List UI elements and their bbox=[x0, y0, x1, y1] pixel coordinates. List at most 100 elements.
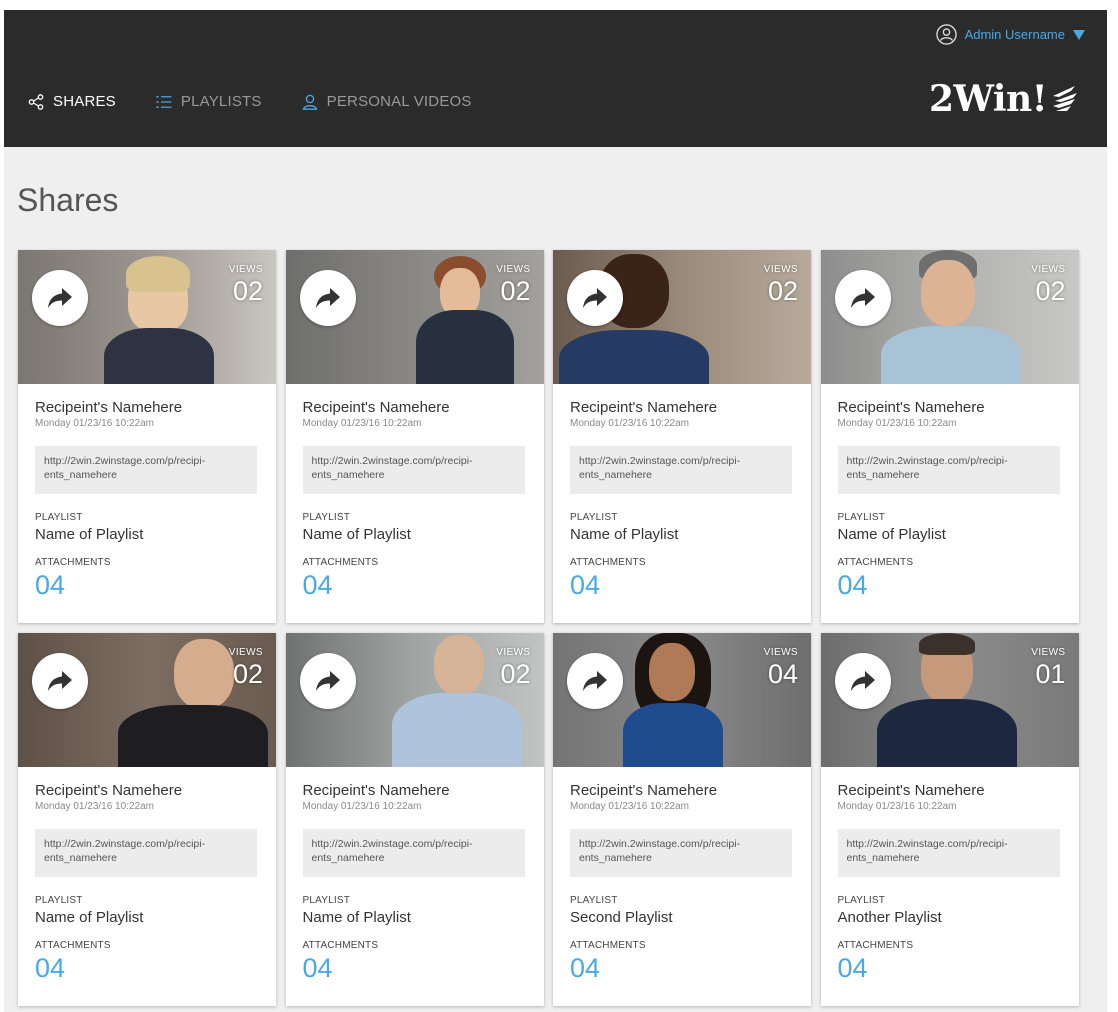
top-bar: Admin Username SHARES PLAYLISTS PERSONAL… bbox=[4, 10, 1107, 147]
playlist-label: PLAYLIST bbox=[837, 512, 886, 523]
share-link[interactable]: http://2win.2winstage.com/p/recipi- ents… bbox=[570, 829, 792, 877]
share-link-line2: ents_namehere bbox=[579, 469, 652, 481]
share-link[interactable]: http://2win.2winstage.com/p/recipi- ents… bbox=[837, 829, 1060, 877]
video-thumbnail[interactable]: VIEWS 04 bbox=[553, 633, 811, 767]
playlist-label: PLAYLIST bbox=[35, 512, 83, 523]
share-button[interactable] bbox=[834, 270, 891, 326]
chevron-down-icon[interactable] bbox=[1073, 29, 1085, 40]
share-date: Monday 01/23/16 10:22am bbox=[837, 418, 957, 429]
main-nav: SHARES PLAYLISTS PERSONAL VIDEOS bbox=[28, 93, 512, 110]
share-card[interactable]: VIEWS 04 Recipeint's Namehere Monday 01/… bbox=[553, 633, 811, 1006]
nav-personal-videos[interactable]: PERSONAL VIDEOS bbox=[302, 93, 472, 110]
share-link[interactable]: http://2win.2winstage.com/p/recipi- ents… bbox=[35, 446, 257, 494]
video-thumbnail[interactable]: VIEWS 02 bbox=[285, 633, 544, 767]
recipient-name: Recipeint's Namehere bbox=[570, 399, 718, 416]
share-button[interactable] bbox=[299, 270, 356, 326]
user-avatar-icon bbox=[935, 24, 957, 45]
share-card[interactable]: VIEWS 02 Recipeint's Namehere Monday 01/… bbox=[285, 250, 544, 623]
card-body: Recipeint's Namehere Monday 01/23/16 10:… bbox=[553, 384, 811, 601]
playlist-name: Name of Playlist bbox=[302, 526, 411, 543]
views-label: VIEWS bbox=[763, 647, 798, 658]
share-link[interactable]: http://2win.2winstage.com/p/recipi- ents… bbox=[837, 446, 1060, 494]
forward-arrow-icon bbox=[850, 671, 875, 691]
share-link[interactable]: http://2win.2winstage.com/p/recipi- ents… bbox=[570, 446, 792, 494]
attachments-label: ATTACHMENTS bbox=[302, 940, 379, 951]
playlist-name: Second Playlist bbox=[570, 909, 673, 926]
share-button[interactable] bbox=[32, 270, 88, 326]
share-link-line1: http://2win.2winstage.com/p/recipi- bbox=[311, 455, 473, 467]
playlist-label: PLAYLIST bbox=[302, 895, 351, 906]
playlist-label: PLAYLIST bbox=[570, 512, 618, 523]
share-link-line2: ents_namehere bbox=[846, 469, 920, 481]
views-counter: VIEWS 02 bbox=[1031, 264, 1065, 305]
attachments-label: ATTACHMENTS bbox=[570, 557, 646, 568]
video-thumbnail[interactable]: VIEWS 02 bbox=[820, 250, 1079, 384]
share-card[interactable]: VIEWS 02 Recipeint's Namehere Monday 01/… bbox=[553, 250, 811, 623]
playlist-label: PLAYLIST bbox=[837, 895, 886, 906]
views-counter: VIEWS 02 bbox=[229, 647, 263, 688]
share-button[interactable] bbox=[834, 653, 891, 709]
nav-playlists-label: PLAYLISTS bbox=[180, 93, 262, 110]
share-card[interactable]: VIEWS 02 Recipeint's Namehere Monday 01/… bbox=[820, 250, 1079, 623]
video-thumbnail[interactable]: VIEWS 02 bbox=[553, 250, 811, 384]
video-thumbnail[interactable]: VIEWS 02 bbox=[285, 250, 544, 384]
views-label: VIEWS bbox=[763, 264, 798, 275]
forward-arrow-icon bbox=[315, 288, 340, 308]
share-button[interactable] bbox=[299, 653, 356, 709]
attachments-count: 04 bbox=[302, 953, 333, 983]
recipient-name: Recipeint's Namehere bbox=[35, 399, 183, 416]
share-link[interactable]: http://2win.2winstage.com/p/recipi- ents… bbox=[302, 829, 525, 877]
share-link[interactable]: http://2win.2winstage.com/p/recipi- ents… bbox=[302, 446, 525, 494]
recipient-name: Recipeint's Namehere bbox=[35, 782, 183, 799]
video-thumbnail[interactable]: VIEWS 02 bbox=[18, 250, 276, 384]
share-link-line2: ents_namehere bbox=[44, 852, 117, 864]
attachments-count: 04 bbox=[35, 570, 66, 600]
share-card[interactable]: VIEWS 01 Recipeint's Namehere Monday 01/… bbox=[820, 633, 1079, 1006]
attachments-label: ATTACHMENTS bbox=[837, 940, 914, 951]
playlist-name: Name of Playlist bbox=[35, 526, 144, 543]
share-button[interactable] bbox=[32, 653, 88, 709]
attachments-count: 04 bbox=[837, 953, 868, 983]
views-counter: VIEWS 02 bbox=[764, 264, 798, 305]
views-count: 02 bbox=[767, 276, 798, 306]
attachments-label: ATTACHMENTS bbox=[35, 940, 111, 951]
playlist-label: PLAYLIST bbox=[570, 895, 618, 906]
share-card[interactable]: VIEWS 02 Recipeint's Namehere Monday 01/… bbox=[18, 250, 276, 623]
views-count: 02 bbox=[500, 659, 531, 689]
views-count: 04 bbox=[767, 659, 798, 689]
card-body: Recipeint's Namehere Monday 01/23/16 10:… bbox=[18, 767, 276, 984]
user-menu[interactable]: Admin Username bbox=[935, 24, 1085, 45]
share-button[interactable] bbox=[567, 270, 623, 326]
share-link[interactable]: http://2win.2winstage.com/p/recipi- ents… bbox=[35, 829, 257, 877]
shares-grid: VIEWS 02 Recipeint's Namehere Monday 01/… bbox=[18, 250, 1079, 1006]
app-frame: Admin Username SHARES PLAYLISTS PERSONAL… bbox=[4, 10, 1107, 1012]
views-label: VIEWS bbox=[228, 647, 263, 658]
nav-playlists[interactable]: PLAYLISTS bbox=[156, 93, 262, 110]
share-date: Monday 01/23/16 10:22am bbox=[837, 801, 957, 812]
brand-logo[interactable]: 2Win! bbox=[929, 78, 1079, 120]
share-card[interactable]: VIEWS 02 Recipeint's Namehere Monday 01/… bbox=[285, 633, 544, 1006]
share-link-line2: ents_namehere bbox=[311, 852, 385, 864]
playlist-name: Name of Playlist bbox=[570, 526, 679, 543]
nav-shares[interactable]: SHARES bbox=[28, 93, 116, 110]
share-link-line1: http://2win.2winstage.com/p/recipi- bbox=[579, 838, 741, 850]
share-link-line2: ents_namehere bbox=[579, 852, 652, 864]
recipient-name: Recipeint's Namehere bbox=[837, 782, 985, 799]
share-link-line2: ents_namehere bbox=[846, 852, 920, 864]
views-counter: VIEWS 04 bbox=[764, 647, 798, 688]
views-count: 02 bbox=[1035, 276, 1066, 306]
user-name[interactable]: Admin Username bbox=[965, 27, 1065, 42]
share-card[interactable]: VIEWS 02 Recipeint's Namehere Monday 01/… bbox=[18, 633, 276, 1006]
share-icon bbox=[28, 93, 44, 110]
views-counter: VIEWS 02 bbox=[496, 647, 530, 688]
attachments-label: ATTACHMENTS bbox=[35, 557, 111, 568]
forward-arrow-icon bbox=[850, 288, 875, 308]
share-button[interactable] bbox=[567, 653, 623, 709]
attachments-count: 04 bbox=[35, 953, 66, 983]
recipient-name: Recipeint's Namehere bbox=[570, 782, 718, 799]
share-date: Monday 01/23/16 10:22am bbox=[302, 418, 422, 429]
video-thumbnail[interactable]: VIEWS 02 bbox=[18, 633, 276, 767]
share-link-line1: http://2win.2winstage.com/p/recipi- bbox=[579, 455, 741, 467]
recipient-name: Recipeint's Namehere bbox=[302, 399, 450, 416]
video-thumbnail[interactable]: VIEWS 01 bbox=[820, 633, 1079, 767]
